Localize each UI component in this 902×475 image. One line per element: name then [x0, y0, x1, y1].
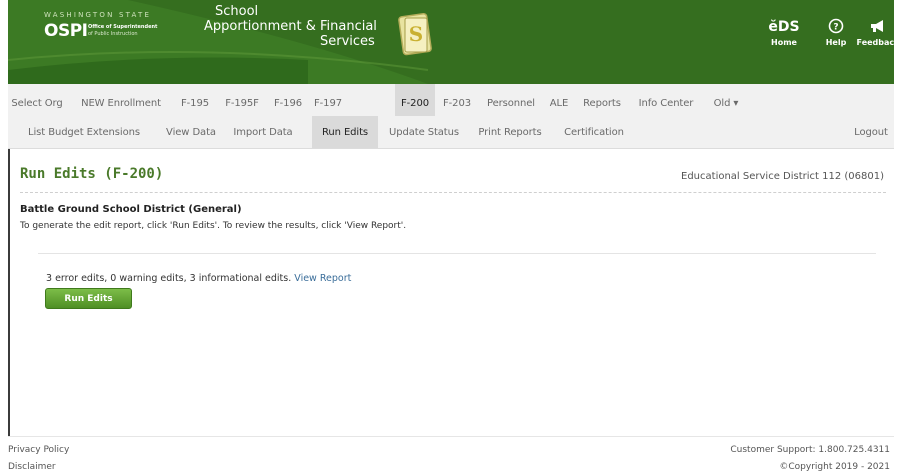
customer-support-text: Customer Support: 1.800.725.4311 — [730, 445, 890, 455]
ospi-office-line2: of Public Instruction — [88, 31, 138, 37]
title-divider — [20, 192, 886, 193]
subnav-list-budget-extensions[interactable]: List Budget Extensions — [12, 116, 156, 148]
subnav-update-status[interactable]: Update Status — [380, 116, 468, 148]
copyright-text: ©Copyright 2019 - 2021 — [779, 462, 890, 472]
view-report-link[interactable]: View Report — [294, 273, 351, 284]
feedback-button[interactable]: Feedback — [856, 18, 894, 47]
subnav-certification[interactable]: Certification — [552, 116, 636, 148]
footer: Privacy Policy Disclaimer Customer Suppo… — [8, 436, 894, 475]
left-border — [8, 149, 10, 436]
megaphone-icon — [856, 18, 894, 36]
disclaimer-link[interactable]: Disclaimer — [8, 462, 56, 472]
ospi-office-line1: Office of Superintendent — [88, 24, 158, 30]
help-button[interactable]: ? Help — [814, 18, 858, 47]
eds-home-icon: ĕDS — [768, 19, 800, 35]
district-name: Battle Ground School District (General) — [20, 204, 242, 215]
app-title-line1: School — [215, 4, 259, 19]
edit-summary: 3 error edits, 0 warning edits, 3 inform… — [46, 273, 351, 284]
subnav-import-data[interactable]: Import Data — [226, 116, 300, 148]
secondary-nav: List Budget Extensions View Data Import … — [8, 116, 894, 149]
svg-text:S: S — [409, 22, 423, 46]
ospi-wordmark: OSPI — [44, 21, 88, 41]
header-banner: WASHINGTON STATE OSPI Office of Superint… — [8, 0, 894, 84]
section-divider — [38, 253, 876, 254]
help-label: Help — [825, 38, 847, 47]
page-title: Run Edits (F-200) — [20, 166, 164, 182]
page: WASHINGTON STATE OSPI Office of Superint… — [0, 0, 902, 475]
help-icon: ? — [814, 18, 858, 36]
ospi-state-text: WASHINGTON STATE — [44, 11, 152, 19]
feedback-label: Feedback — [856, 38, 894, 47]
logout-link[interactable]: Logout — [848, 116, 894, 148]
svg-text:?: ? — [833, 23, 838, 33]
organization-name: Educational Service District 112 (06801) — [681, 171, 884, 182]
privacy-policy-link[interactable]: Privacy Policy — [8, 445, 69, 455]
subnav-run-edits[interactable]: Run Edits — [312, 116, 378, 148]
run-edits-button[interactable]: Run Edits — [45, 288, 132, 309]
instructions-text: To generate the edit report, click 'Run … — [20, 221, 407, 231]
subnav-view-data[interactable]: View Data — [158, 116, 224, 148]
home-label: Home — [771, 38, 797, 47]
home-button[interactable]: ĕDS Home — [762, 18, 806, 47]
subnav-print-reports[interactable]: Print Reports — [468, 116, 552, 148]
sas-logo-icon: S — [398, 13, 432, 56]
edit-summary-text: 3 error edits, 0 warning edits, 3 inform… — [46, 273, 292, 284]
main-content: Run Edits (F-200) Educational Service Di… — [8, 149, 894, 436]
